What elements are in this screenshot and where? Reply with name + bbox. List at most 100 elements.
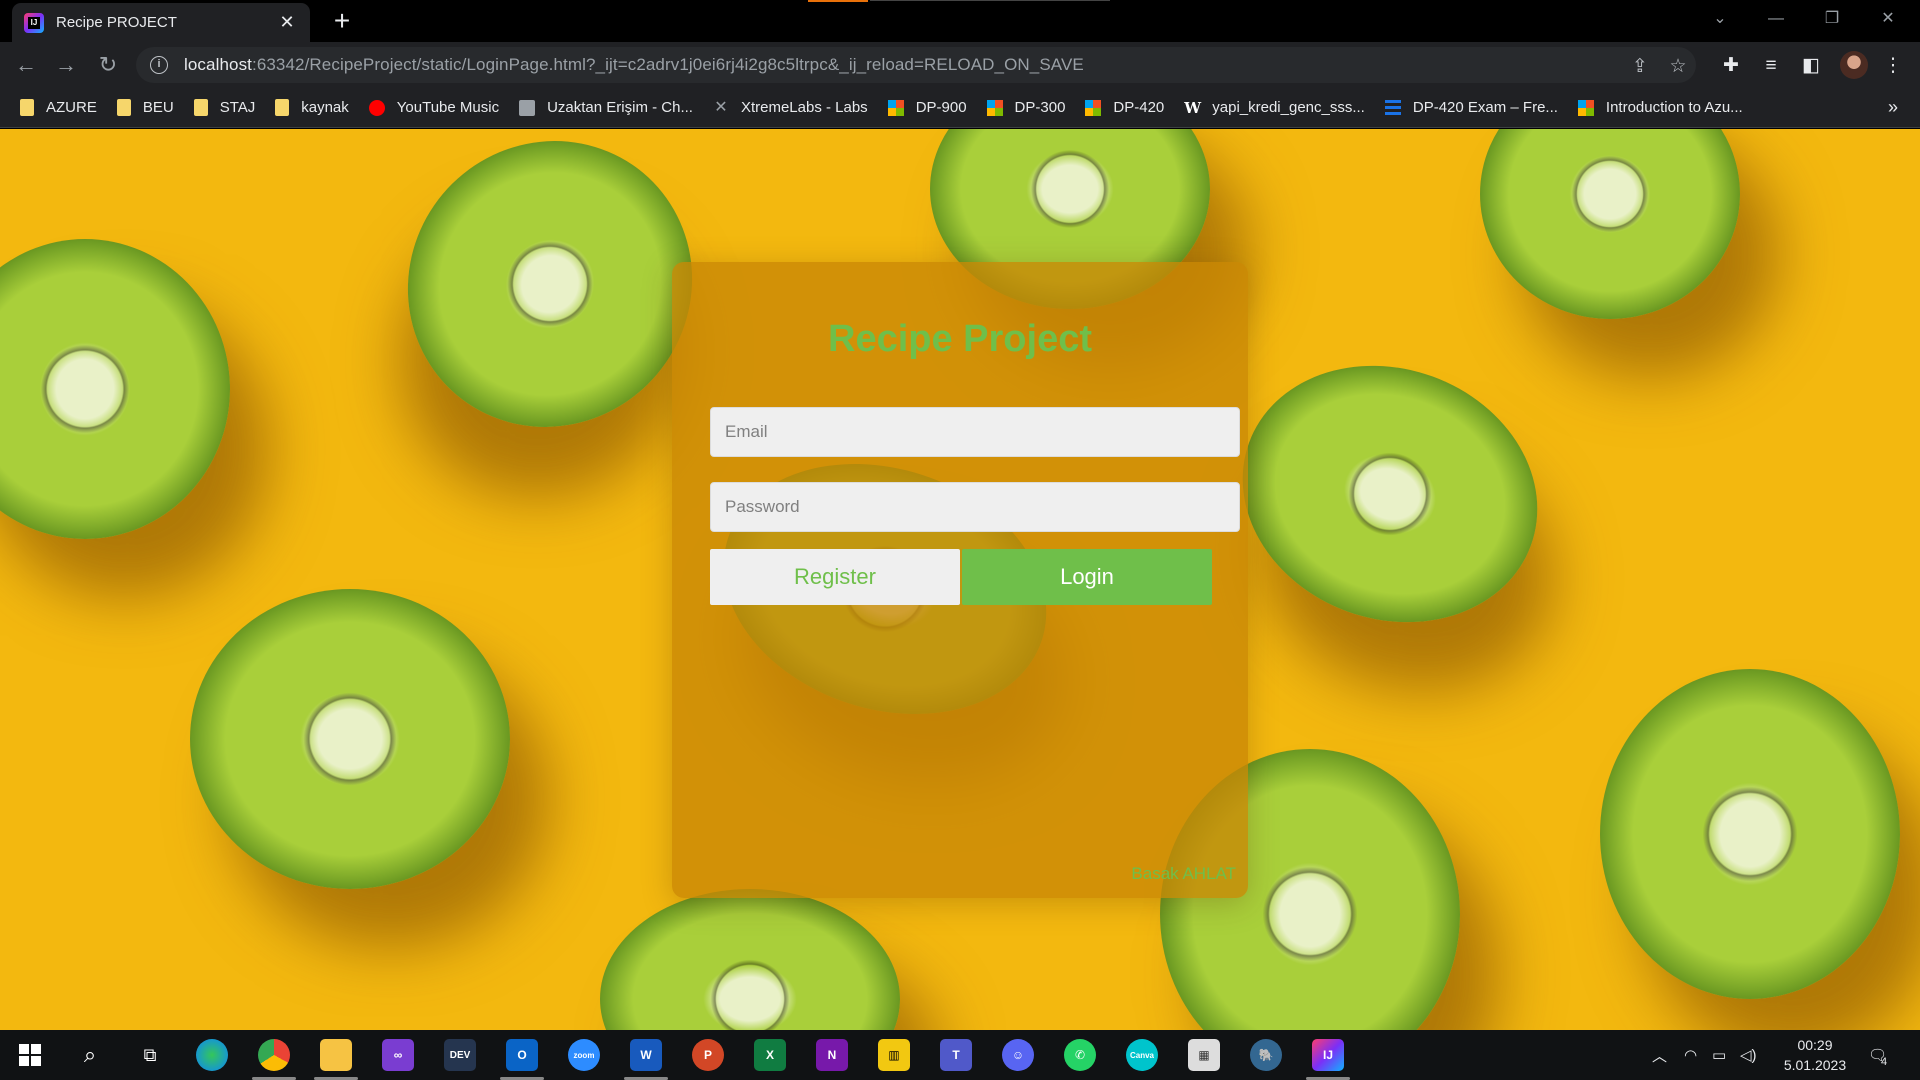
url-host: localhost: [184, 55, 252, 74]
bookmark-uzaktan-erisim[interactable]: Uzaktan Erişim - Ch...: [519, 99, 693, 116]
bookmark-label: XtremeLabs - Labs: [740, 99, 868, 116]
word-icon[interactable]: W: [624, 1039, 668, 1080]
profile-avatar[interactable]: [1840, 51, 1868, 79]
dev-app-icon[interactable]: DEV: [444, 1039, 476, 1071]
side-panel-icon[interactable]: ◧: [1798, 53, 1824, 79]
site-info-icon[interactable]: i: [150, 56, 168, 74]
more-bookmarks-icon[interactable]: »: [1888, 97, 1898, 118]
back-icon[interactable]: ←: [10, 49, 42, 81]
outlook-icon[interactable]: O: [500, 1039, 544, 1080]
postgresql-icon[interactable]: 🐘: [1250, 1039, 1282, 1071]
kiwi-image: [1206, 325, 1574, 663]
volume-icon[interactable]: ◁): [1740, 1030, 1757, 1080]
bookmark-dp-300[interactable]: DP-300: [986, 99, 1066, 116]
clock-time: 00:29: [1797, 1037, 1833, 1053]
tab-search-icon[interactable]: ⌄: [1692, 0, 1748, 38]
bookmark-dp-900[interactable]: DP-900: [887, 99, 967, 116]
task-view-icon[interactable]: ⧉: [134, 1039, 166, 1071]
bookmark-youtube-music[interactable]: YouTube Music: [368, 99, 499, 116]
microsoft-icon: [986, 99, 1003, 116]
bookmark-label: STAJ: [219, 99, 256, 116]
menu-icon[interactable]: ⋮: [1880, 53, 1906, 79]
notification-center-icon[interactable]: 🗨 4: [1868, 1030, 1887, 1080]
bookmark-star-icon[interactable]: ☆: [1666, 55, 1690, 78]
zoom-icon[interactable]: zoom: [568, 1039, 600, 1071]
bookmark-azure[interactable]: AZURE: [20, 99, 97, 116]
register-button[interactable]: Register: [710, 549, 960, 605]
tab-title: Recipe PROJECT: [56, 14, 177, 31]
retro-app-icon[interactable]: ▦: [1188, 1039, 1220, 1071]
url-text[interactable]: localhost:63342/RecipeProject/static/Log…: [184, 55, 1084, 75]
tab-strip-line: [870, 0, 1110, 1]
url-path: :63342/RecipeProject/static/LoginPage.ht…: [252, 55, 1084, 74]
kiwi-image: [1480, 129, 1740, 319]
excel-icon[interactable]: X: [754, 1039, 786, 1071]
bookmark-dp-420-exam[interactable]: DP-420 Exam – Fre...: [1384, 99, 1558, 116]
bookmark-label: kaynak: [301, 99, 349, 116]
password-input[interactable]: [710, 482, 1240, 532]
bookmark-label: DP-300: [1014, 99, 1066, 116]
media-control-icon[interactable]: ≡: [1758, 53, 1784, 79]
battery-icon[interactable]: ▭: [1712, 1030, 1726, 1080]
microsoft-icon: [1085, 99, 1102, 116]
login-card: Recipe Project Register Login Basak AHLA…: [672, 262, 1248, 898]
teams-icon[interactable]: T: [940, 1039, 972, 1071]
reload-icon[interactable]: ↻: [92, 49, 124, 81]
page-background: Recipe Project Register Login Basak AHLA…: [0, 129, 1920, 1030]
email-input[interactable]: [710, 407, 1240, 457]
folder-icon: [20, 99, 34, 116]
wifi-icon[interactable]: ◠: [1684, 1030, 1697, 1080]
search-icon[interactable]: ⌕: [74, 1039, 106, 1071]
tab-strip-highlight: [808, 0, 868, 2]
chrome-icon[interactable]: [252, 1039, 296, 1080]
minimize-button[interactable]: —: [1748, 0, 1804, 38]
powerbi-icon[interactable]: ▥: [878, 1039, 910, 1071]
bookmark-introduction-azure[interactable]: Introduction to Azu...: [1577, 99, 1743, 116]
bookmark-label: DP-420 Exam – Fre...: [1412, 99, 1558, 116]
visual-studio-icon[interactable]: ∞: [382, 1039, 414, 1071]
folder-icon: [275, 99, 290, 116]
bookmark-yapi-kredi[interactable]: Wyapi_kredi_genc_sss...: [1184, 99, 1365, 116]
restore-button[interactable]: ❐: [1804, 0, 1860, 38]
intellij-icon[interactable]: IJ: [1306, 1039, 1350, 1080]
youtube-music-icon: [368, 99, 385, 116]
microsoft-icon: [887, 99, 904, 116]
clock-date: 5.01.2023: [1783, 1057, 1847, 1073]
bookmark-beu[interactable]: BEU: [116, 99, 174, 116]
address-bar[interactable]: i localhost:63342/RecipeProject/static/L…: [136, 47, 1696, 83]
browser-tab-bar: IJ Recipe PROJECT ✕ + ⌄ — ❐ ✕: [0, 0, 1920, 42]
tab-close-icon[interactable]: ✕: [276, 12, 298, 33]
whatsapp-icon[interactable]: ✆: [1064, 1039, 1096, 1071]
show-hidden-icons[interactable]: ︿: [1652, 1030, 1667, 1080]
forward-icon[interactable]: →: [50, 49, 82, 81]
bookmark-label: Uzaktan Erişim - Ch...: [547, 99, 693, 116]
onenote-icon[interactable]: N: [816, 1039, 848, 1071]
browser-tab[interactable]: IJ Recipe PROJECT ✕: [12, 3, 310, 42]
page-title: Recipe Project: [828, 318, 1092, 360]
share-icon[interactable]: ⇪: [1628, 55, 1652, 78]
xtremelabs-icon: ✕: [714, 98, 728, 116]
exam-site-icon: [1384, 99, 1401, 116]
bookmark-kaynak[interactable]: kaynak: [275, 99, 349, 116]
bookmark-dp-420[interactable]: DP-420: [1085, 99, 1164, 116]
bookmark-label: AZURE: [46, 99, 97, 116]
edge-icon[interactable]: [196, 1039, 228, 1071]
close-window-button[interactable]: ✕: [1860, 0, 1916, 38]
bookmarks-bar: AZURE BEU STAJ kaynak YouTube Music Uzak…: [0, 88, 1920, 128]
bookmark-label: DP-420: [1113, 99, 1165, 116]
discord-icon[interactable]: ☺: [1002, 1039, 1034, 1071]
powerpoint-icon[interactable]: P: [692, 1039, 724, 1071]
remote-desktop-icon: [519, 99, 536, 116]
new-tab-button[interactable]: +: [326, 6, 358, 38]
kiwi-image: [1600, 669, 1900, 999]
canva-icon[interactable]: Canva: [1126, 1039, 1158, 1071]
extensions-icon[interactable]: ✚: [1718, 53, 1744, 79]
bookmark-xtremelabs[interactable]: ✕ XtremeLabs - Labs: [713, 98, 868, 116]
login-button[interactable]: Login: [962, 549, 1212, 605]
bookmark-label: BEU: [142, 99, 174, 116]
windows-start-icon[interactable]: [14, 1039, 46, 1071]
bookmark-staj[interactable]: STAJ: [193, 99, 256, 116]
kiwi-image: [0, 239, 230, 539]
system-clock[interactable]: 00:29 5.01.2023: [1770, 1035, 1860, 1075]
file-explorer-icon[interactable]: [314, 1039, 358, 1080]
